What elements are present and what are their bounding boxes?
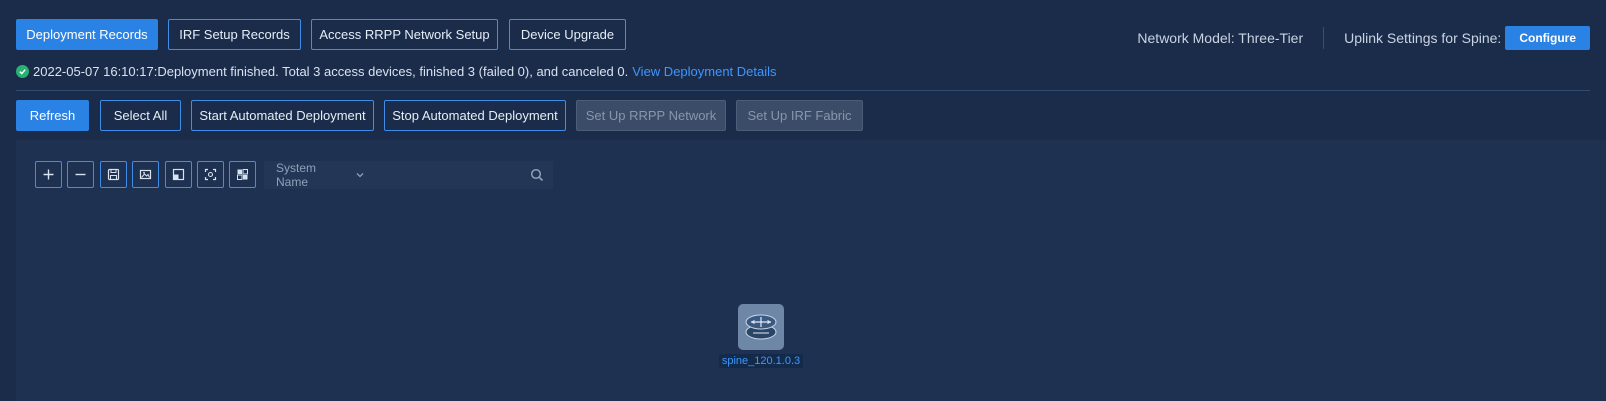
node-label: spine_120.1.0.3 — [718, 354, 804, 368]
focus-icon[interactable] — [197, 161, 224, 188]
set-up-irf-fabric-button: Set Up IRF Fabric — [736, 100, 863, 131]
zoom-in-icon[interactable] — [35, 161, 62, 188]
tab-access-rrpp-network-setup[interactable]: Access RRPP Network Setup — [311, 19, 498, 50]
select-all-button[interactable]: Select All — [100, 100, 181, 131]
start-automated-deployment-button[interactable]: Start Automated Deployment — [191, 100, 374, 131]
zoom-out-icon[interactable] — [67, 161, 94, 188]
status-message: 2022-05-07 16:10:17:Deployment finished.… — [33, 64, 629, 79]
topology-canvas[interactable]: System Name spine_120.1.0.3 — [16, 140, 1606, 401]
search-field-selector[interactable]: System Name — [276, 161, 341, 189]
export-image-icon[interactable] — [132, 161, 159, 188]
save-icon[interactable] — [100, 161, 127, 188]
header-separator — [1323, 27, 1325, 49]
layout-icon[interactable] — [229, 161, 256, 188]
search-icon[interactable] — [530, 168, 544, 182]
divider — [16, 90, 1590, 91]
spine-switch-icon[interactable] — [738, 304, 784, 350]
search-input[interactable] — [375, 161, 530, 189]
tab-irf-setup-records[interactable]: IRF Setup Records — [168, 19, 301, 50]
topology-node[interactable]: spine_120.1.0.3 — [716, 300, 806, 369]
search-bar[interactable]: System Name — [264, 161, 553, 189]
stop-automated-deployment-button[interactable]: Stop Automated Deployment — [384, 100, 566, 131]
tab-device-upgrade[interactable]: Device Upgrade — [509, 19, 626, 50]
deployment-status: 2022-05-07 16:10:17:Deployment finished.… — [16, 64, 777, 79]
check-circle-icon — [16, 65, 29, 78]
uplink-settings-label: Uplink Settings for Spine: — [1344, 30, 1502, 46]
set-up-rrpp-network-button: Set Up RRPP Network — [576, 100, 726, 131]
tab-deployment-records[interactable]: Deployment Records — [16, 19, 158, 50]
network-model-text: Network Model: Three-Tier — [1137, 30, 1304, 46]
fit-window-icon[interactable] — [165, 161, 192, 188]
refresh-button[interactable]: Refresh — [16, 100, 89, 131]
header-info: Network Model: Three-Tier Uplink Setting… — [1137, 26, 1590, 50]
view-deployment-details-link[interactable]: View Deployment Details — [632, 64, 776, 79]
configure-button[interactable]: Configure — [1505, 26, 1590, 50]
chevron-down-icon[interactable] — [355, 170, 365, 180]
